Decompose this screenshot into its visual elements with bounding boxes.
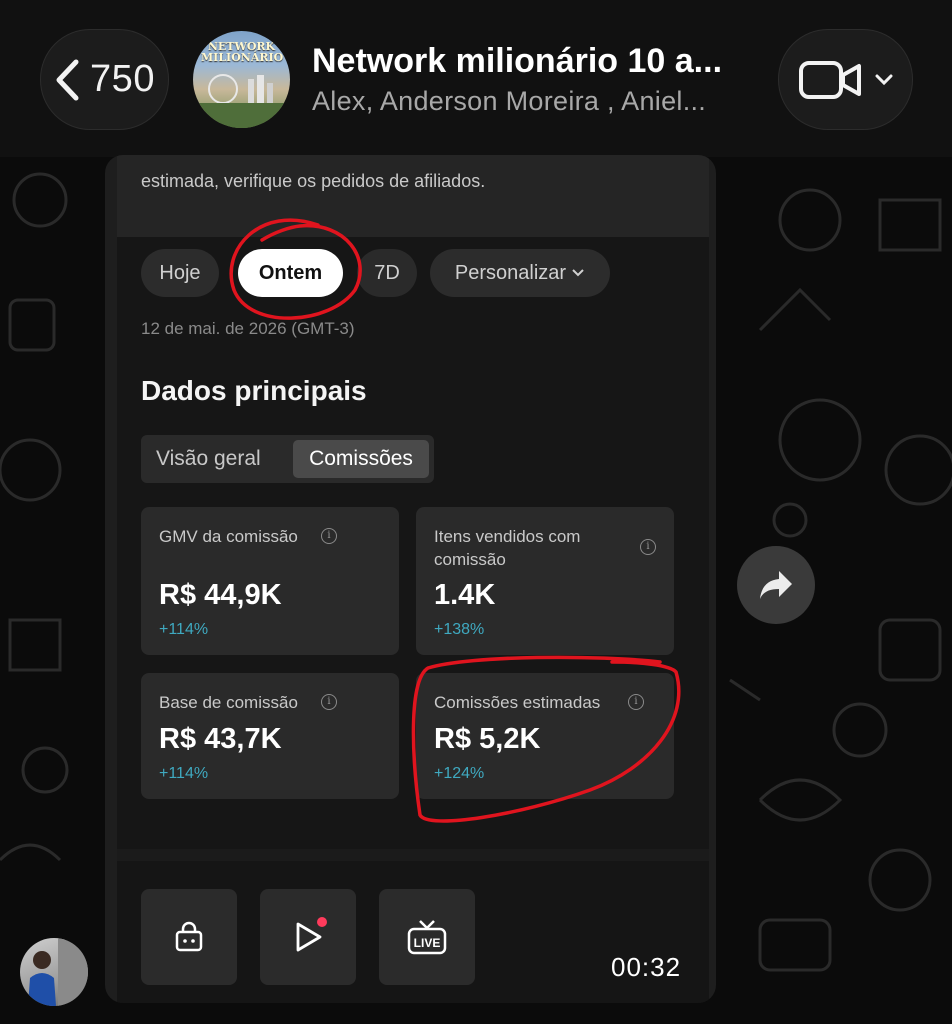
metric-card-gmv[interactable]: GMV da comissão i R$ 44,9K +114% [141, 507, 399, 655]
chevron-down-icon [875, 74, 892, 85]
shop-button[interactable] [141, 889, 237, 985]
chevron-down-icon [572, 269, 584, 277]
tab-comissoes[interactable]: Comissões [293, 440, 429, 478]
back-button[interactable]: 750 [40, 29, 169, 130]
metric-card-base[interactable]: Base de comissão i R$ 43,7K +114% [141, 673, 399, 799]
live-label: LIVE [414, 936, 441, 950]
chevron-left-icon [56, 59, 79, 100]
metric-card-comissoes-estimadas[interactable]: Comissões estimadas i R$ 5,2K +124% [416, 673, 674, 799]
forward-icon [760, 571, 792, 599]
filter-personalizar[interactable]: Personalizar [430, 249, 610, 297]
image-message[interactable]: estimada, verifique os pedidos de afilia… [105, 155, 716, 1003]
info-card: estimada, verifique os pedidos de afilia… [117, 155, 709, 237]
info-icon[interactable]: i [640, 539, 656, 555]
live-tv-icon: LIVE [407, 920, 447, 955]
unread-count: 750 [90, 58, 155, 100]
group-avatar[interactable]: NETWORK MILIONÁRIO [193, 31, 290, 128]
section-divider [117, 849, 709, 861]
metric-change: +138% [434, 621, 485, 638]
video-duration: 00:32 [611, 952, 682, 982]
metric-value: R$ 43,7K [159, 723, 282, 755]
filter-personalizar-label: Personalizar [454, 261, 567, 284]
info-description: estimada, verifique os pedidos de afilia… [141, 171, 486, 191]
info-icon[interactable]: i [321, 528, 337, 544]
metric-change: +124% [434, 765, 485, 782]
chat-header: 750 NETWORK MILIONÁRIO Network milionári… [0, 0, 952, 157]
filter-hoje[interactable]: Hoje [141, 249, 219, 297]
video-camera-icon [798, 60, 861, 99]
info-icon[interactable]: i [628, 694, 644, 710]
metric-change: +114% [159, 765, 209, 782]
group-members[interactable]: Alex, Anderson Moreira , Aniel... [312, 86, 706, 117]
info-icon[interactable]: i [321, 694, 337, 710]
metric-value: R$ 5,2K [434, 723, 541, 755]
section-title: Dados principais [141, 375, 367, 406]
shared-screenshot[interactable]: estimada, verifique os pedidos de afilia… [117, 155, 709, 1003]
data-tabs: Visão geral Comissões [141, 435, 434, 483]
shopping-bag-icon [175, 921, 203, 952]
metric-card-itens[interactable]: Itens vendidos com comissão i 1.4K +138% [416, 507, 674, 655]
group-title[interactable]: Network milionário 10 a... [312, 42, 722, 81]
metric-label: Comissões estimadas [434, 693, 601, 712]
live-button[interactable]: LIVE [379, 889, 475, 985]
metric-label: Itens vendidos com comissão [434, 527, 581, 569]
date-label: 12 de mai. de 2026 (GMT-3) [141, 319, 355, 338]
tab-visao-geral[interactable]: Visão geral [156, 435, 261, 483]
play-icon [296, 917, 327, 952]
forward-button[interactable] [737, 546, 815, 624]
video-call-button[interactable] [778, 29, 913, 130]
metric-change: +114% [159, 621, 209, 638]
filter-7d[interactable]: 7D [357, 249, 417, 297]
video-button[interactable] [260, 889, 356, 985]
filter-ontem[interactable]: Ontem [238, 249, 343, 297]
sender-avatar[interactable] [20, 938, 88, 1006]
metric-value: R$ 44,9K [159, 579, 282, 611]
metric-value: 1.4K [434, 579, 496, 611]
